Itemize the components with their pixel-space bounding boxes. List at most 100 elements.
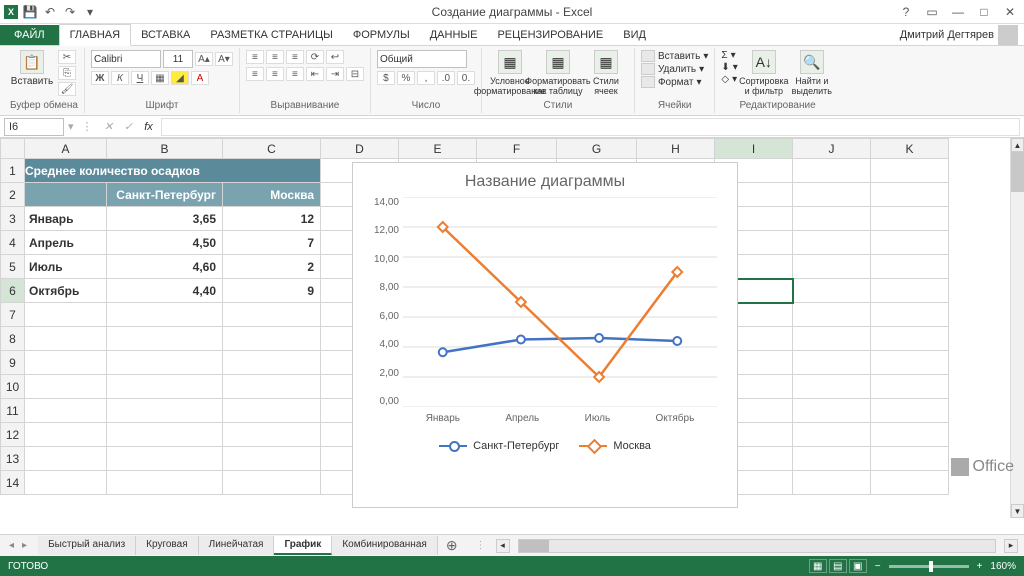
maximize-icon[interactable]: □ [974,4,994,20]
underline-icon[interactable]: Ч [131,71,149,85]
decrease-indent-icon[interactable]: ⇤ [306,67,324,81]
cell[interactable] [871,399,949,423]
cell[interactable] [25,375,107,399]
column-header[interactable]: H [637,139,715,159]
legend-item-moscow[interactable]: Москва [579,440,651,452]
cancel-icon[interactable]: ✕ [101,119,117,135]
cell[interactable] [25,351,107,375]
align-middle-icon[interactable]: ≡ [266,50,284,64]
cell[interactable] [223,447,321,471]
tab-page-layout[interactable]: РАЗМЕТКА СТРАНИЦЫ [200,25,342,45]
sheet-tab[interactable]: Комбинированная [332,536,437,555]
row-header[interactable]: 12 [1,423,25,447]
cell[interactable] [25,303,107,327]
cell[interactable] [793,207,871,231]
column-header[interactable]: C [223,139,321,159]
copy-icon[interactable]: ⎘ [58,66,76,80]
cell[interactable] [223,471,321,495]
fill-button[interactable]: ⬇ ▾ [721,62,737,73]
row-header[interactable]: 2 [1,183,25,207]
bold-icon[interactable]: Ж [91,71,109,85]
cell[interactable] [223,399,321,423]
user-account[interactable]: Дмитрий Дегтярев [900,25,1018,45]
font-color-icon[interactable]: A [191,71,209,85]
normal-view-icon[interactable]: ▦ [809,559,827,573]
view-buttons[interactable]: ▦ ▤ ▣ [809,559,867,573]
wrap-text-icon[interactable]: ↩ [326,50,344,64]
cell[interactable] [793,447,871,471]
column-header[interactable]: D [321,139,399,159]
cell[interactable] [871,375,949,399]
cell[interactable] [871,471,949,495]
cell[interactable] [793,351,871,375]
hscroll-thumb[interactable] [519,540,549,552]
chart-title[interactable]: Название диаграммы [353,163,737,197]
scroll-thumb[interactable] [1011,152,1024,192]
cell[interactable] [107,327,223,351]
select-all-corner[interactable] [1,139,25,159]
paste-button[interactable]: 📋 Вставить [10,50,54,87]
cell[interactable] [223,423,321,447]
cell[interactable]: 12 [223,207,321,231]
cell[interactable] [793,327,871,351]
cell[interactable] [25,183,107,207]
tab-formulas[interactable]: ФОРМУЛЫ [343,25,420,45]
cell[interactable] [793,375,871,399]
increase-indent-icon[interactable]: ⇥ [326,67,344,81]
cell[interactable] [871,351,949,375]
cell[interactable] [25,447,107,471]
cell[interactable] [793,159,871,183]
cell[interactable] [107,447,223,471]
cell[interactable] [793,423,871,447]
currency-icon[interactable]: $ [377,71,395,85]
worksheet-grid[interactable]: ABCDEFGHIJK1Среднее количество осадков2С… [0,138,1024,518]
zoom-out-icon[interactable]: − [875,561,881,572]
fill-color-icon[interactable]: ◢ [171,71,189,85]
tab-home[interactable]: ГЛАВНАЯ [59,24,131,46]
cell[interactable]: 4,60 [107,255,223,279]
zoom-in-icon[interactable]: + [977,561,983,572]
formula-input[interactable] [161,118,1020,136]
align-right-icon[interactable]: ≡ [286,67,304,81]
sort-filter-button[interactable]: A↓ Сортировка и фильтр [742,50,786,96]
percent-icon[interactable]: % [397,71,415,85]
cell[interactable] [793,279,871,303]
cell[interactable] [871,447,949,471]
decrease-decimal-icon[interactable]: 0. [457,71,475,85]
page-break-view-icon[interactable]: ▣ [849,559,867,573]
hscroll-right-icon[interactable]: ▸ [1004,539,1018,553]
cell[interactable] [25,423,107,447]
cell[interactable] [793,183,871,207]
cell[interactable]: 4,50 [107,231,223,255]
cell[interactable] [871,207,949,231]
row-header[interactable]: 8 [1,327,25,351]
cell[interactable] [25,471,107,495]
cell[interactable] [25,327,107,351]
cell[interactable]: 2 [223,255,321,279]
sheet-tab[interactable]: Быстрый анализ [38,536,136,555]
column-header[interactable]: J [793,139,871,159]
tab-data[interactable]: ДАННЫЕ [420,25,488,45]
format-painter-icon[interactable]: 🖌 [58,82,76,96]
row-header[interactable]: 13 [1,447,25,471]
cell[interactable] [107,375,223,399]
cell[interactable] [871,255,949,279]
cell[interactable] [107,471,223,495]
format-as-table-button[interactable]: ▦ Форматировать как таблицу [536,50,580,96]
cell[interactable] [871,423,949,447]
cell[interactable] [223,375,321,399]
cell[interactable] [871,327,949,351]
ribbon-options-icon[interactable]: ▭ [922,4,942,20]
cell[interactable] [871,303,949,327]
sheet-tab[interactable]: Линейчатая [199,536,275,555]
cell[interactable]: Октябрь [25,279,107,303]
cell[interactable]: Санкт-Петербург [107,183,223,207]
row-header[interactable]: 11 [1,399,25,423]
zoom-slider[interactable] [889,565,969,568]
cell[interactable] [871,159,949,183]
tab-review[interactable]: РЕЦЕНЗИРОВАНИЕ [487,25,613,45]
close-icon[interactable]: ✕ [1000,4,1020,20]
cell[interactable]: 3,65 [107,207,223,231]
row-header[interactable]: 6 [1,279,25,303]
insert-cells-button[interactable]: Вставить ▾ [641,50,708,62]
